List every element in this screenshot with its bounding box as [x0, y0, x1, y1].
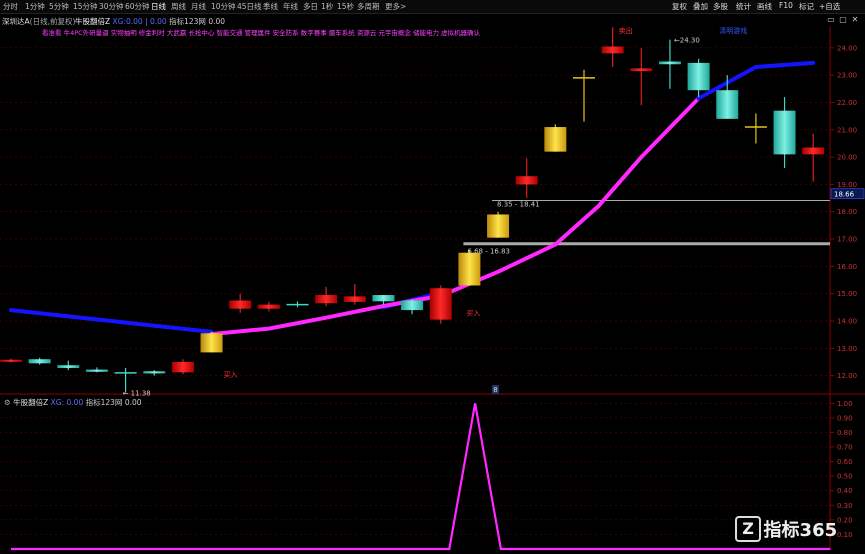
trend-line-blue [696, 60, 816, 101]
sell-signal-label: 卖出 [619, 26, 633, 35]
candle-body [487, 214, 510, 238]
axis-tick-label: 12.00 [837, 372, 857, 380]
lower-axis-tick-label: 0.60 [837, 458, 853, 466]
indicator-values: XG:0.00 | 0.00 [112, 17, 167, 26]
candle-body [630, 68, 653, 72]
trend-line-pink [209, 96, 701, 337]
maximize-icon[interactable]: ▢ [838, 15, 848, 25]
indicator-line: 牛股翻倍Z XG:0.00 | 0.00 指标123网 0.00 [75, 16, 225, 27]
top-note-label: 清明游戏 [719, 26, 747, 35]
candle-body [171, 361, 194, 373]
axis-tick-label: 16.00 [837, 263, 857, 271]
candle-body [458, 252, 481, 286]
lower-axis-tick-label: 0.40 [837, 487, 853, 495]
axis-tick-label: 17.00 [837, 236, 857, 244]
candle-body [0, 359, 22, 362]
minimize-icon[interactable]: ▭ [826, 15, 836, 25]
axis-tick-label: 22.00 [837, 99, 857, 107]
range-label-1: 8.35 - 18.41 [497, 201, 540, 209]
candle-body [544, 127, 567, 152]
period-note: (日线,前复权) [29, 17, 76, 26]
watermark-logo: Z 指标365 [735, 516, 837, 542]
lower-title: 牛股翻倍Z [13, 398, 49, 407]
candle-body [429, 288, 452, 320]
lower-axis-tick-label: 0.20 [837, 516, 853, 524]
lower-axis-tick-label: 0.10 [837, 531, 853, 539]
candle-body [515, 176, 538, 185]
candle-body [229, 300, 252, 309]
axis-tick-label: 20.00 [837, 154, 857, 162]
close-icon[interactable]: ✕ [850, 15, 860, 25]
high-price-label: ←24.30 [674, 37, 700, 45]
axis-tick-label: 19.00 [837, 181, 857, 189]
center-marker: 8 [493, 386, 497, 394]
stock-title: 深圳达A(日线,前复权) [2, 16, 75, 27]
buy-signal-label: 买入 [224, 371, 238, 379]
candle-body [601, 46, 624, 54]
axis-tick-label: 14.00 [837, 317, 857, 325]
candle-body [401, 300, 424, 311]
lower-axis-tick-label: 0.90 [837, 414, 853, 422]
watermark-icon: Z [735, 516, 761, 542]
candle-body [315, 295, 338, 304]
candle-body [716, 90, 739, 119]
stock-name: 深圳达A [2, 17, 30, 26]
candle-body [372, 295, 395, 302]
buy-signal-label: 买入 [466, 310, 480, 318]
candle-body [257, 304, 280, 309]
lower-axis-tick-label: 0.30 [837, 502, 853, 510]
candle-body [200, 333, 223, 353]
lower-indicator-title: ⚙ 牛股翻倍Z XG: 0.00 指标123网 0.00 [4, 397, 142, 408]
watermark-text: 指标365 [763, 520, 838, 541]
candle-body [658, 61, 681, 65]
current-price-value: 18.66 [834, 191, 855, 199]
lower-axis-tick-label: 0.80 [837, 429, 853, 437]
candle-body [687, 62, 710, 91]
sub-value: 0.00 [208, 17, 226, 26]
kline-chart[interactable]: 24.00 23.00 22.00 21.00 20.00 19.00 18.00 17.00… [0, 0, 865, 554]
lower-sub: 指标123网 [85, 398, 123, 407]
axis-tick-label: 13.00 [837, 345, 857, 353]
sub-indicator: 指标123网 [169, 17, 206, 26]
range-label-2: 6.68 - 16.83 [467, 248, 510, 256]
axis-tick-label: 21.00 [837, 126, 857, 134]
indicator-name: 牛股翻倍Z [75, 17, 111, 26]
candle-body [773, 110, 796, 155]
lower-sub-value: 0.00 [124, 398, 142, 407]
lower-gear-icon[interactable]: ⚙ [4, 398, 11, 407]
candle-body [85, 369, 108, 372]
axis-tick-label: 18.00 [837, 208, 857, 216]
axis-tick-label: 15.00 [837, 290, 857, 298]
lower-axis-tick-label: 1.00 [837, 400, 853, 408]
candle-body [343, 296, 366, 302]
axis-tick-label: 23.00 [837, 72, 857, 80]
axis-tick-label: 24.00 [837, 44, 857, 52]
candle-body [28, 359, 51, 364]
candle-body [802, 147, 825, 155]
lower-value: XG: 0.00 [50, 398, 84, 407]
lower-axis-tick-label: 0.70 [837, 444, 853, 452]
candle-body [57, 365, 80, 368]
lower-axis-tick-label: 0.50 [837, 473, 853, 481]
candle-body [143, 371, 166, 374]
concept-marquee: 看准看 牛4PC外研量逼 实物抽明 修金利时 大武赢 长抢中心 智能交通 管理属… [42, 29, 481, 37]
